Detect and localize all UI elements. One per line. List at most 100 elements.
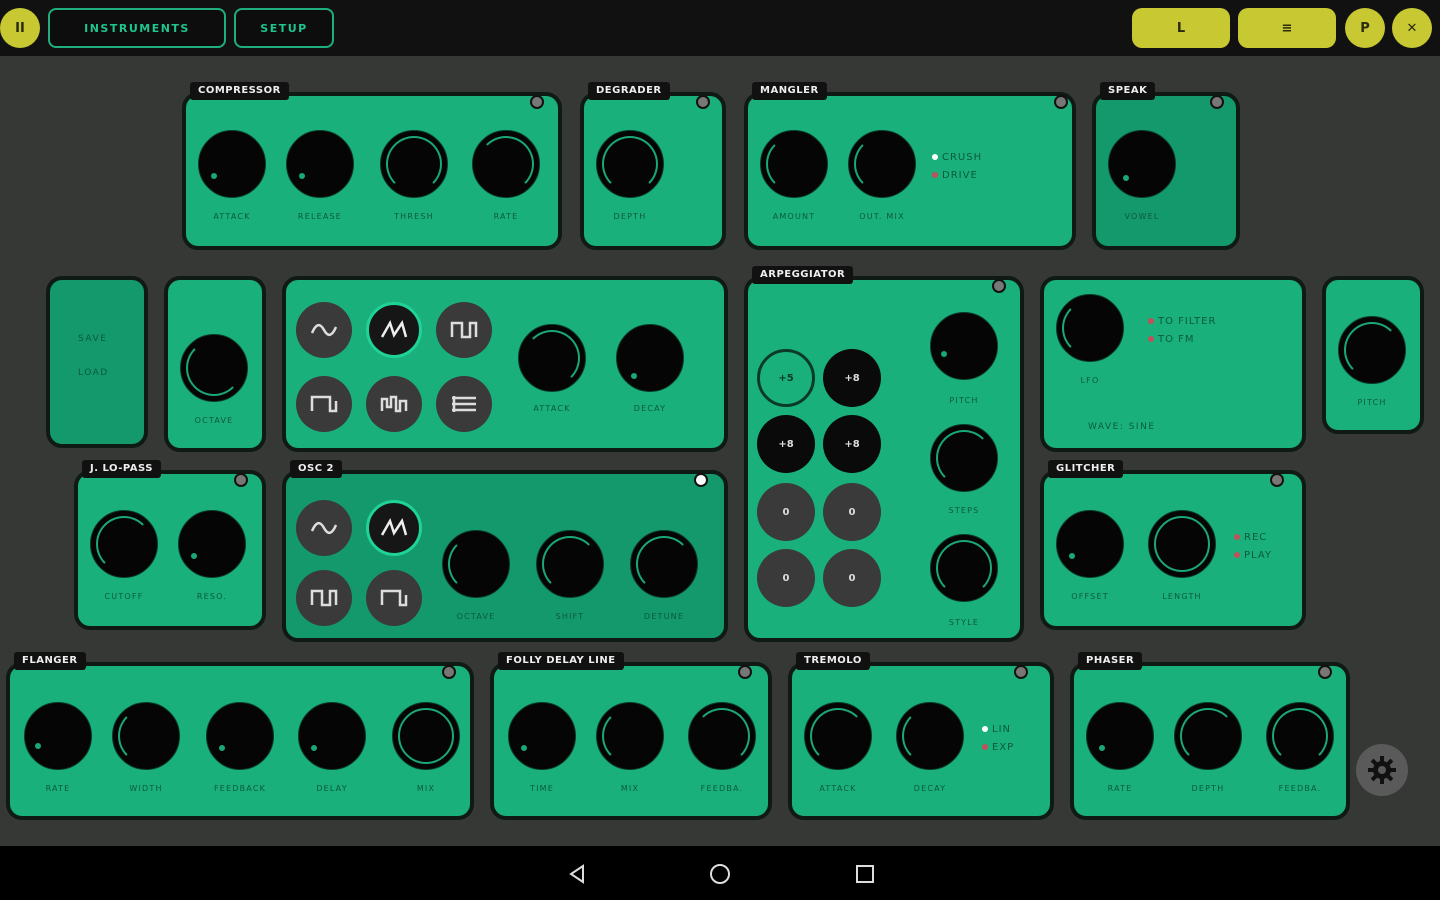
saw-wave-button[interactable]	[366, 500, 422, 556]
close-button[interactable]: ✕	[1392, 8, 1432, 48]
depth-knob[interactable]	[1174, 702, 1242, 770]
compressor-toggle[interactable]	[530, 95, 544, 109]
glitcher-title: GLITCHER	[1048, 460, 1124, 478]
back-button[interactable]	[563, 860, 591, 888]
sine-wave-button[interactable]	[296, 302, 352, 358]
speak-toggle[interactable]	[1210, 95, 1224, 109]
load-button[interactable]: LOAD	[78, 368, 109, 378]
lopass-toggle[interactable]	[234, 473, 248, 487]
shift-knob[interactable]	[536, 530, 604, 598]
width-knob[interactable]	[112, 702, 180, 770]
sine-wave-button[interactable]	[296, 500, 352, 556]
vowel-knob[interactable]	[1108, 130, 1176, 198]
attack-knob[interactable]	[518, 324, 586, 392]
setup-button[interactable]: SETUP	[234, 8, 334, 48]
arpeggiator-toggle[interactable]	[992, 279, 1006, 293]
to-filter-option[interactable]: TO FILTER	[1148, 316, 1216, 327]
knob-label: ATTACK	[533, 404, 571, 413]
out-mix-knob[interactable]	[848, 130, 916, 198]
settings-button[interactable]	[1356, 744, 1408, 796]
square-wave-button[interactable]	[436, 302, 492, 358]
arpeggiator-title: ARPEGGIATOR	[752, 266, 854, 284]
attack-knob[interactable]	[804, 702, 872, 770]
recents-button[interactable]	[851, 860, 879, 888]
table-wave-button[interactable]	[436, 376, 492, 432]
arp-step-button[interactable]: 0	[757, 483, 815, 541]
rate-knob[interactable]	[472, 130, 540, 198]
noise-wave-button[interactable]	[366, 376, 422, 432]
exp-option[interactable]: EXP	[982, 742, 1014, 753]
pause-button[interactable]: II	[0, 8, 40, 48]
save-button[interactable]: SAVE	[78, 334, 107, 344]
crush-option[interactable]: CRUSH	[932, 152, 982, 163]
l-button[interactable]: L	[1132, 8, 1230, 48]
thresh-knob[interactable]	[380, 130, 448, 198]
release-knob[interactable]	[286, 130, 354, 198]
attack-knob[interactable]	[198, 130, 266, 198]
knob-label: RATE	[1107, 784, 1133, 793]
glitcher-toggle[interactable]	[1270, 473, 1284, 487]
steps-knob[interactable]	[930, 424, 998, 492]
phaser-toggle[interactable]	[1318, 665, 1332, 679]
knob-label: RATE	[493, 212, 519, 221]
wave-label[interactable]: WAVE: SINE	[1088, 422, 1156, 432]
delay-toggle[interactable]	[738, 665, 752, 679]
mix-knob[interactable]	[596, 702, 664, 770]
pulse-wave-button[interactable]	[296, 376, 352, 432]
rate-knob[interactable]	[24, 702, 92, 770]
detune-knob[interactable]	[630, 530, 698, 598]
knob-label: MIX	[416, 784, 436, 793]
play-option[interactable]: PLAY	[1234, 550, 1272, 561]
cutoff-knob[interactable]	[90, 510, 158, 578]
feedback-knob[interactable]	[206, 702, 274, 770]
arp-step-button[interactable]: +5	[757, 349, 815, 407]
arp-step-button[interactable]: +8	[757, 415, 815, 473]
decay-knob[interactable]	[616, 324, 684, 392]
menu-button[interactable]: ≡	[1238, 8, 1336, 48]
to-fm-option[interactable]: TO FM	[1148, 334, 1195, 345]
mix-knob[interactable]	[392, 702, 460, 770]
length-knob[interactable]	[1148, 510, 1216, 578]
pitch-knob[interactable]	[1338, 316, 1406, 384]
arp-step-button[interactable]: 0	[823, 549, 881, 607]
depth-knob[interactable]	[596, 130, 664, 198]
degrader-toggle[interactable]	[696, 95, 710, 109]
amount-knob[interactable]	[760, 130, 828, 198]
feedback-knob[interactable]	[688, 702, 756, 770]
saw-wave-button[interactable]	[366, 302, 422, 358]
p-button[interactable]: P	[1345, 8, 1385, 48]
rate-knob[interactable]	[1086, 702, 1154, 770]
style-knob[interactable]	[930, 534, 998, 602]
pitch-knob[interactable]	[930, 312, 998, 380]
mangler-toggle[interactable]	[1054, 95, 1068, 109]
lfo-knob[interactable]	[1056, 294, 1124, 362]
instruments-button[interactable]: INSTRUMENTS	[48, 8, 226, 48]
lin-option[interactable]: LIN	[982, 724, 1011, 735]
arp-step-button[interactable]: 0	[757, 549, 815, 607]
reso-knob[interactable]	[178, 510, 246, 578]
arp-step-button[interactable]: +8	[823, 415, 881, 473]
rec-option[interactable]: REC	[1234, 532, 1267, 543]
saw-wave-icon	[380, 319, 408, 338]
arp-step-button[interactable]: 0	[823, 483, 881, 541]
drive-option[interactable]: DRIVE	[932, 170, 978, 181]
arp-step-button[interactable]: +8	[823, 349, 881, 407]
tremolo-toggle[interactable]	[1014, 665, 1028, 679]
knob-label: DECAY	[633, 404, 667, 413]
feedback-knob[interactable]	[1266, 702, 1334, 770]
octave-knob[interactable]	[180, 334, 248, 402]
osc2-toggle[interactable]	[694, 473, 708, 487]
flanger-toggle[interactable]	[442, 665, 456, 679]
octave-knob[interactable]	[442, 530, 510, 598]
knob-label: FEEDBA.	[1278, 784, 1322, 793]
time-knob[interactable]	[508, 702, 576, 770]
square-wave-button[interactable]	[296, 570, 352, 626]
home-button[interactable]	[706, 860, 734, 888]
pulse-wave-button[interactable]	[366, 570, 422, 626]
noise-wave-icon	[380, 395, 408, 413]
knob-label: THRESH	[394, 212, 434, 221]
delay-knob[interactable]	[298, 702, 366, 770]
knob-label: RESO.	[196, 592, 228, 601]
offset-knob[interactable]	[1056, 510, 1124, 578]
decay-knob[interactable]	[896, 702, 964, 770]
